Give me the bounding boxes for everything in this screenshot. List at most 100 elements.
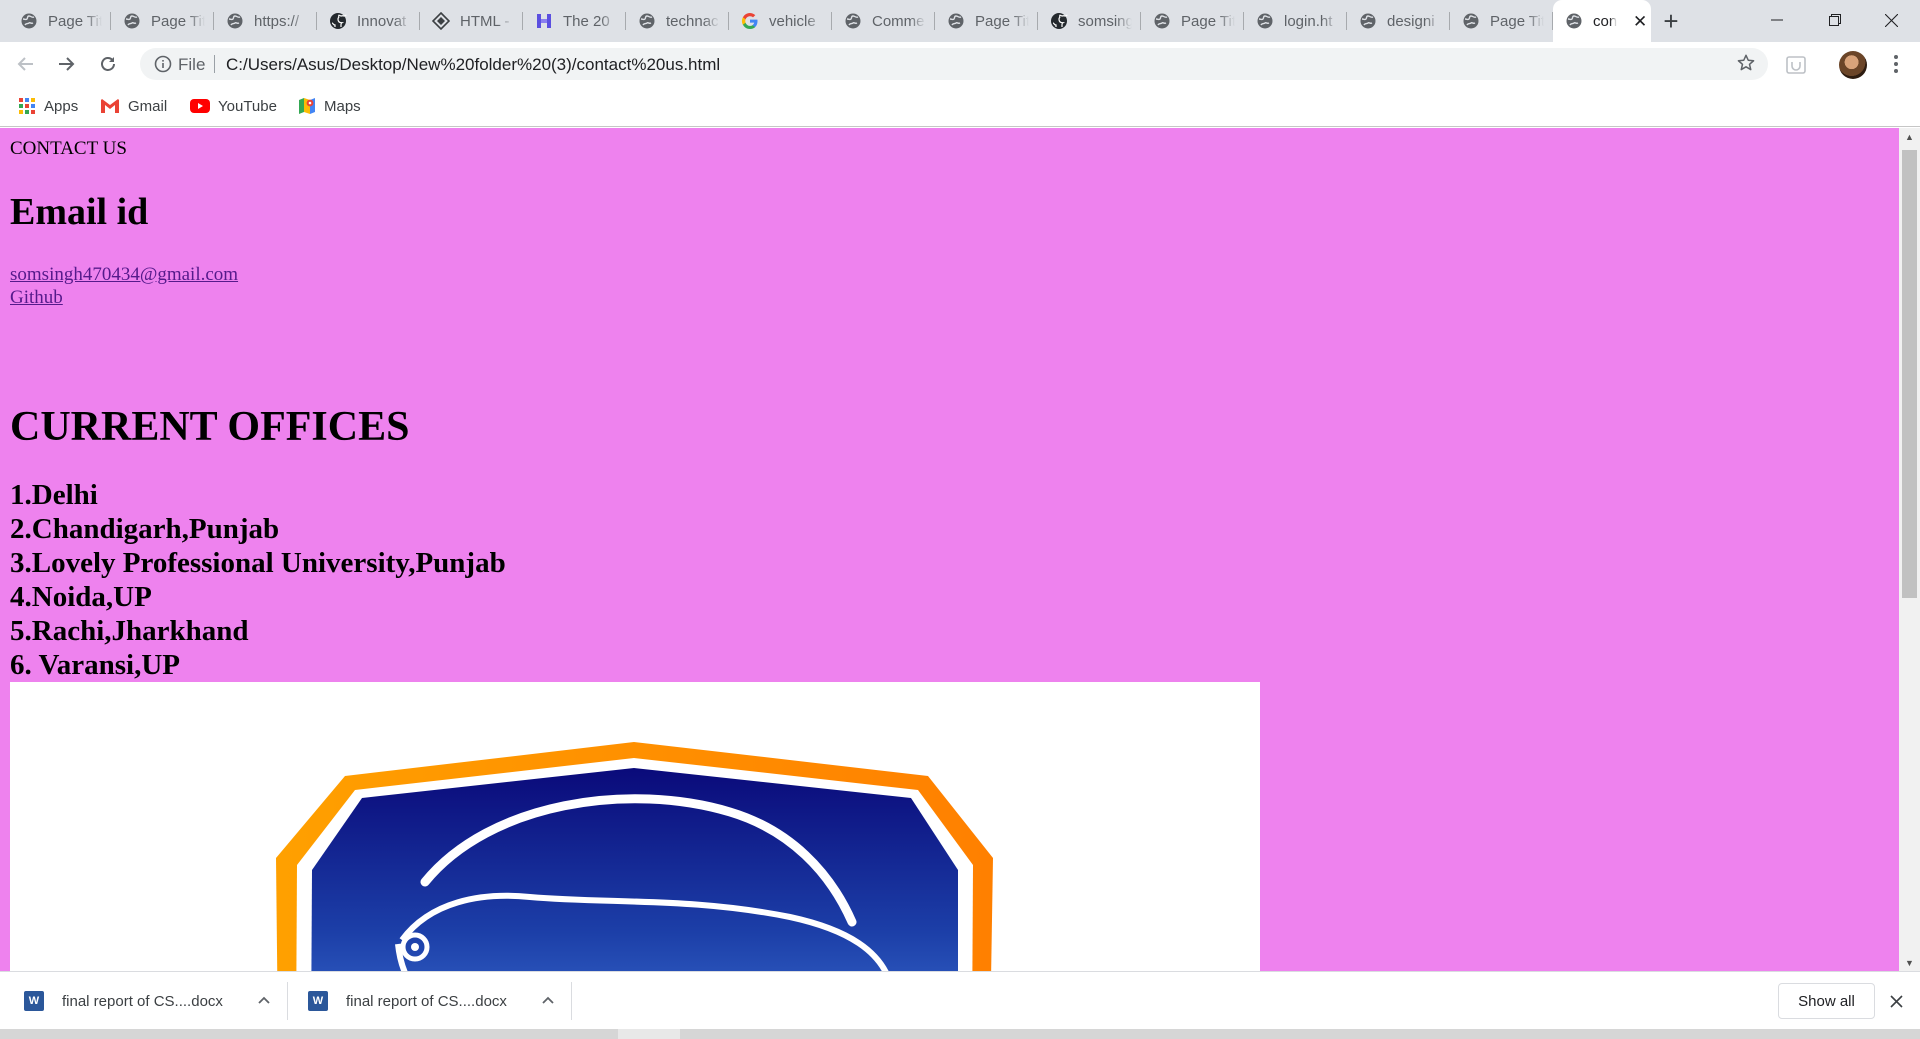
- bookmark-label: Apps: [44, 97, 79, 115]
- tab-title: HTML -: [460, 12, 510, 30]
- tab-title: Page Title: [48, 12, 102, 30]
- tab-title: somsing: [1078, 12, 1132, 30]
- youtube-icon: [190, 99, 210, 113]
- browser-tab[interactable]: Page Title: [8, 6, 111, 36]
- taskbar-edge: [0, 1029, 1920, 1039]
- tab-title: Page Tit: [1490, 12, 1544, 30]
- browser-menu-icon[interactable]: [1884, 52, 1908, 76]
- close-download-shelf-icon[interactable]: [1884, 989, 1908, 1013]
- google-icon: [741, 12, 759, 30]
- scroll-thumb[interactable]: [1902, 150, 1917, 598]
- maps-icon: [299, 98, 315, 114]
- bookmark-maps[interactable]: Maps: [298, 96, 361, 116]
- tab-title: Page Tit: [1181, 12, 1235, 30]
- download-shelf: W final report of CS....docx W final rep…: [0, 971, 1920, 1029]
- word-document-icon: W: [24, 991, 44, 1011]
- address-separator: [214, 55, 215, 73]
- globe-icon: [1462, 12, 1480, 30]
- office-item: 4.Noida,UP: [10, 581, 152, 613]
- browser-tab[interactable]: designi: [1347, 6, 1450, 36]
- globe-icon: [20, 12, 38, 30]
- browser-tab[interactable]: vehicle: [729, 6, 832, 36]
- show-all-downloads-button[interactable]: Show all: [1778, 983, 1875, 1019]
- new-tab-button[interactable]: +: [1656, 6, 1686, 36]
- bookmarks-bar: Apps Gmail YouTube Maps: [0, 86, 1920, 127]
- extension-icon[interactable]: [1785, 54, 1807, 76]
- page-viewport: CONTACT US Email id somsingh470434@gmail…: [0, 128, 1899, 971]
- globe-icon: [638, 12, 656, 30]
- info-icon[interactable]: [154, 55, 172, 78]
- office-list: 1.Delhi 2.Chandigarh,Punjab 3.Lovely Pro…: [10, 478, 506, 682]
- download-item[interactable]: W final report of CS....docx: [308, 972, 555, 1030]
- profile-avatar[interactable]: [1839, 51, 1867, 79]
- globe-icon: [1256, 12, 1274, 30]
- bookmark-star-icon[interactable]: [1736, 53, 1756, 78]
- browser-tab[interactable]: Page Tit: [1450, 6, 1553, 36]
- back-button[interactable]: [12, 50, 40, 78]
- bookmark-apps[interactable]: Apps: [18, 96, 78, 116]
- forward-button[interactable]: [52, 50, 80, 78]
- car-logo-image: [10, 682, 1260, 971]
- tab-title: designi: [1387, 12, 1435, 30]
- tab-title: vehicle: [769, 12, 816, 30]
- bookmark-label: YouTube: [218, 97, 277, 115]
- vertical-scrollbar[interactable]: ▲ ▼: [1899, 128, 1920, 971]
- url-text[interactable]: C:/Users/Asus/Desktop/New%20folder%20(3)…: [226, 55, 720, 75]
- download-filename: final report of CS....docx: [346, 992, 507, 1010]
- office-item: 2.Chandigarh,Punjab: [10, 513, 280, 545]
- browser-tab[interactable]: somsing: [1038, 6, 1141, 36]
- browser-tab[interactable]: Page Title: [111, 6, 214, 36]
- bookmark-youtube[interactable]: YouTube: [190, 96, 277, 116]
- bookmark-label: Gmail: [128, 97, 168, 115]
- download-filename: final report of CS....docx: [62, 992, 223, 1010]
- gmail-icon: [101, 99, 119, 113]
- office-item: 1.Delhi: [10, 479, 98, 511]
- bookmark-gmail[interactable]: Gmail: [100, 96, 167, 116]
- chevron-up-icon[interactable]: [541, 992, 555, 1010]
- github-link[interactable]: Github: [10, 287, 63, 309]
- forward-arrow-icon: [59, 57, 75, 71]
- tab-title: The 20: [563, 12, 610, 30]
- scroll-down-arrow-icon[interactable]: ▼: [1899, 954, 1920, 971]
- browser-tab[interactable]: Page Tit: [1141, 6, 1244, 36]
- office-item: 5.Rachi,Jharkhand: [10, 615, 249, 647]
- diamond-icon: [432, 12, 450, 30]
- tab-title: login.ht: [1284, 12, 1333, 30]
- download-item[interactable]: W final report of CS....docx: [24, 972, 271, 1030]
- globe-icon: [1565, 12, 1583, 30]
- email-heading: Email id: [10, 191, 149, 233]
- bookmark-label: Maps: [324, 97, 361, 115]
- tab-strip: Page Title Page Title https:// Innovat HTML …: [0, 0, 1920, 42]
- chevron-up-icon[interactable]: [257, 992, 271, 1010]
- reload-button[interactable]: [94, 50, 122, 78]
- scroll-up-arrow-icon[interactable]: ▲: [1899, 128, 1920, 145]
- browser-tab[interactable]: Page Tit: [935, 6, 1038, 36]
- tab-active[interactable]: con ✕: [1553, 0, 1651, 42]
- globe-icon: [1359, 12, 1377, 30]
- restore-icon[interactable]: [1806, 0, 1864, 40]
- globe-icon: [123, 12, 141, 30]
- browser-tab[interactable]: login.ht: [1244, 6, 1347, 36]
- browser-tab[interactable]: HTML -: [420, 6, 523, 36]
- browser-tab[interactable]: Innovat: [317, 6, 420, 36]
- browser-tab[interactable]: technac: [626, 6, 729, 36]
- tab-title: Innovat: [357, 12, 407, 30]
- h-logo-icon: [535, 12, 553, 30]
- browser-toolbar: File C:/Users/Asus/Desktop/New%20folder%…: [0, 42, 1920, 86]
- tab-title: con: [1593, 12, 1617, 30]
- car-shield-logo: [276, 742, 993, 971]
- close-tab-icon[interactable]: ✕: [1633, 13, 1647, 30]
- apps-grid-icon: [19, 98, 35, 114]
- email-link[interactable]: somsingh470434@gmail.com: [10, 264, 238, 286]
- reload-icon: [101, 57, 115, 71]
- minimize-icon[interactable]: [1748, 0, 1806, 40]
- github-icon: [1050, 12, 1068, 30]
- browser-tab[interactable]: https://: [214, 6, 317, 36]
- globe-icon: [947, 12, 965, 30]
- office-item: 6. Varansi,UP: [10, 649, 181, 681]
- close-window-icon[interactable]: [1862, 0, 1920, 40]
- address-bar[interactable]: File C:/Users/Asus/Desktop/New%20folder%…: [140, 48, 1768, 80]
- browser-tab[interactable]: Comme: [832, 6, 935, 36]
- tab-title: Page Title: [151, 12, 205, 30]
- browser-tab[interactable]: The 20: [523, 6, 626, 36]
